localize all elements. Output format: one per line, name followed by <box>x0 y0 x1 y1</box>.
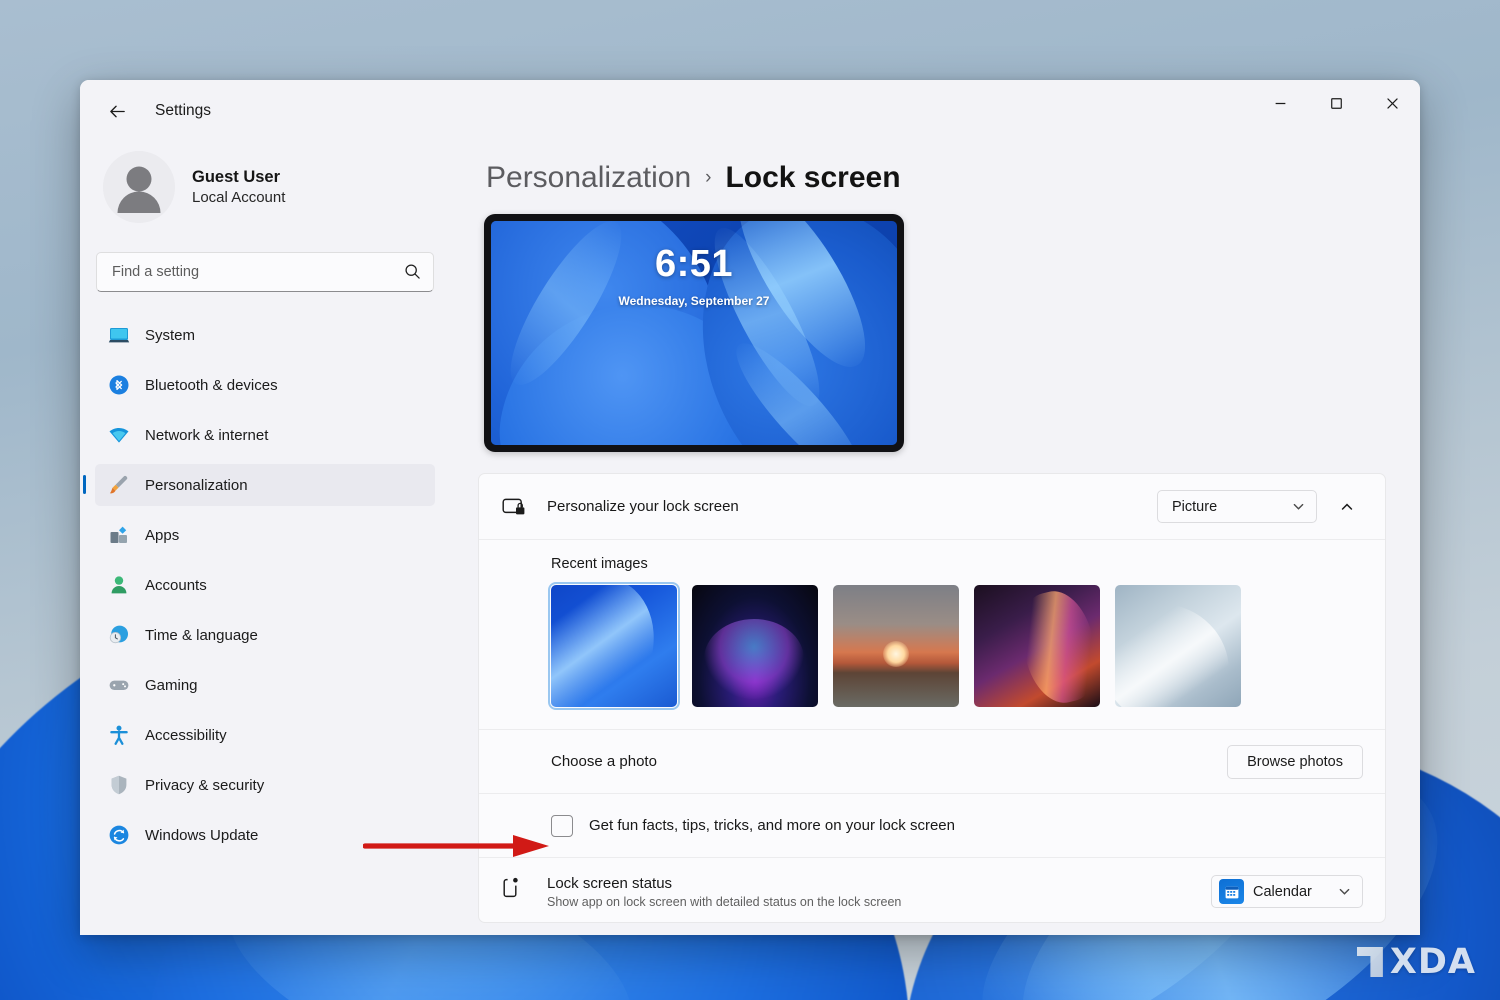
sidebar: Guest User Local Account Find a setting … <box>80 142 450 935</box>
breadcrumb-separator-icon: › <box>705 167 712 188</box>
lock-status-label: Lock screen status <box>547 875 673 892</box>
wifi-icon <box>108 424 130 446</box>
breadcrumb-parent-link[interactable]: Personalization <box>486 161 691 195</box>
sidebar-item-network-internet[interactable]: Network & internet <box>95 414 435 456</box>
person-avatar-icon <box>103 151 175 223</box>
apps-icon <box>108 524 130 546</box>
xda-logo-mark <box>1356 947 1383 977</box>
search-container <box>96 252 434 292</box>
personalize-lock-screen-row[interactable]: Personalize your lock screen Picture <box>479 474 1385 540</box>
recent-images-title: Recent images <box>551 556 648 572</box>
lock-screen-type-dropdown[interactable]: Picture <box>1157 490 1317 523</box>
sidebar-item-label: Bluetooth & devices <box>145 376 278 394</box>
sidebar-item-gaming[interactable]: Gaming <box>95 664 435 706</box>
minimize-button[interactable] <box>1252 80 1308 126</box>
paintbrush-icon <box>108 474 130 496</box>
app-title: Settings <box>155 102 212 119</box>
dropdown-value: Calendar <box>1253 883 1312 900</box>
dropdown-value: Picture <box>1172 498 1218 515</box>
sidebar-item-label: Time & language <box>145 626 258 644</box>
sidebar-item-label: Accessibility <box>145 726 227 744</box>
sidebar-item-label: Windows Update <box>145 826 259 844</box>
recent-image-thumbnail[interactable] <box>833 585 959 707</box>
choose-photo-label: Choose a photo <box>551 753 657 770</box>
lock-status-controls: Calendar <box>1211 875 1363 908</box>
lock-screen-icon <box>501 494 527 520</box>
recent-images-section: Recent images <box>479 540 1385 730</box>
sidebar-item-label: Network & internet <box>145 426 269 444</box>
fun-facts-row[interactable]: Get fun facts, tips, tricks, and more on… <box>479 794 1385 858</box>
fun-facts-checkbox[interactable] <box>551 814 573 837</box>
sidebar-item-label: Privacy & security <box>145 776 265 794</box>
fun-facts-label: Get fun facts, tips, tricks, and more on… <box>589 817 955 834</box>
collapse-section-button[interactable] <box>1331 491 1363 523</box>
bluetooth-icon <box>108 374 130 396</box>
accounts-icon <box>108 574 130 596</box>
page-title: Lock screen <box>725 161 901 194</box>
accessibility-icon <box>108 724 130 746</box>
personalize-row-controls: Picture <box>1157 490 1363 523</box>
search-icon[interactable] <box>404 263 421 280</box>
sidebar-nav-list: System Bluetooth & devices Network & int… <box>83 314 435 856</box>
close-button[interactable] <box>1364 80 1420 126</box>
sidebar-item-windows-update[interactable]: Windows Update <box>95 814 435 856</box>
desktop-wallpaper: Settings Guest User Local Account Find a… <box>0 0 1500 1000</box>
update-refresh-icon <box>108 824 130 846</box>
settings-card: Personalize your lock screen Picture Rec… <box>478 473 1386 923</box>
search-input[interactable] <box>96 252 434 292</box>
account-name: Guest User <box>192 167 281 186</box>
lock-status-sublabel: Show app on lock screen with detailed st… <box>547 895 902 909</box>
account-block[interactable]: Guest User Local Account <box>95 142 435 228</box>
gamepad-icon <box>108 674 130 696</box>
account-type: Local Account <box>192 189 286 206</box>
xda-watermark: XDA <box>1356 942 1476 982</box>
browse-photos-button[interactable]: Browse photos <box>1227 744 1363 779</box>
sidebar-item-accounts[interactable]: Accounts <box>95 564 435 606</box>
sidebar-item-label: Accounts <box>145 576 207 594</box>
choose-photo-controls: Browse photos <box>1227 744 1363 779</box>
sidebar-item-label: Apps <box>145 526 180 544</box>
main-content: Personalization › Lock screen 6:51 Wedne… <box>450 142 1420 935</box>
sidebar-item-accessibility[interactable]: Accessibility <box>95 714 435 756</box>
window-titlebar: Settings <box>80 80 1420 142</box>
clock-globe-icon <box>108 624 130 646</box>
sidebar-item-system[interactable]: System <box>95 314 435 356</box>
back-button[interactable] <box>98 95 136 127</box>
sidebar-item-personalization[interactable]: Personalization <box>83 464 435 506</box>
chevron-down-icon <box>1339 888 1350 895</box>
lock-status-text: Lock screen status Show app on lock scre… <box>547 875 901 909</box>
lock-screen-status-row[interactable]: Lock screen status Show app on lock scre… <box>479 858 1385 922</box>
sidebar-item-label: Gaming <box>145 676 198 694</box>
window-controls <box>1252 80 1420 142</box>
breadcrumb: Personalization › Lock screen <box>478 142 1386 214</box>
sidebar-item-bluetooth-devices[interactable]: Bluetooth & devices <box>95 364 435 406</box>
preview-date: Wednesday, September 27 <box>618 294 770 308</box>
shield-icon <box>108 774 130 796</box>
recent-image-thumbnail[interactable] <box>692 585 818 707</box>
maximize-button[interactable] <box>1308 80 1364 126</box>
recent-image-thumbnail[interactable] <box>548 582 680 710</box>
lock-status-app-dropdown[interactable]: Calendar <box>1211 875 1363 908</box>
settings-window: Settings Guest User Local Account Find a… <box>80 80 1420 935</box>
choose-photo-row: Choose a photo Browse photos <box>479 730 1385 794</box>
recent-image-thumbnail[interactable] <box>974 585 1100 707</box>
xda-wordmark: XDA <box>1389 942 1476 982</box>
lock-status-icon <box>501 875 527 901</box>
preview-clock: 6:51 <box>654 243 734 285</box>
sidebar-item-privacy-security[interactable]: Privacy & security <box>95 764 435 806</box>
sidebar-item-label: System <box>145 326 196 344</box>
sidebar-item-apps[interactable]: Apps <box>95 514 435 556</box>
lock-screen-preview: 6:51 Wednesday, September 27 <box>484 214 904 452</box>
sidebar-item-time-language[interactable]: Time & language <box>95 614 435 656</box>
preview-screen: 6:51 Wednesday, September 27 <box>491 221 897 445</box>
calendar-app-icon <box>1219 879 1244 904</box>
sidebar-item-label: Personalization <box>145 476 248 494</box>
window-body: Guest User Local Account Find a setting … <box>80 142 1420 935</box>
recent-image-thumbnail[interactable] <box>1115 585 1241 707</box>
personalize-row-label: Personalize your lock screen <box>547 498 739 515</box>
system-icon <box>108 324 130 346</box>
recent-images-list <box>548 582 1363 710</box>
chevron-up-icon <box>1341 502 1353 510</box>
chevron-down-icon <box>1293 503 1304 510</box>
